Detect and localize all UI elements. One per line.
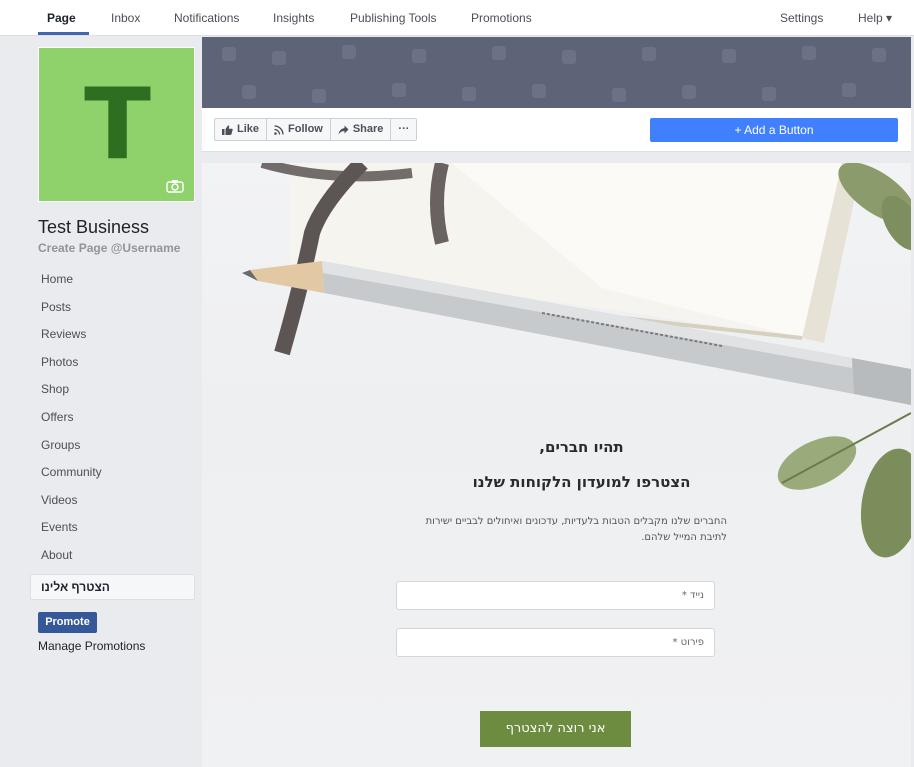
decorative-background-image	[242, 163, 911, 558]
form-heading: תהיו חברים,	[539, 438, 624, 456]
tab-publishing-tools[interactable]: Publishing Tools	[350, 11, 437, 25]
phone-input[interactable]	[397, 582, 714, 609]
left-column: T Test Business Create Page @Username Ho…	[30, 37, 202, 767]
top-navigation: Page Inbox Notifications Insights Publis…	[0, 0, 914, 36]
sidebar-item-community[interactable]: Community	[30, 462, 195, 490]
tab-page[interactable]: Page	[47, 11, 76, 25]
active-tab-indicator	[38, 32, 89, 35]
action-button-group: Like Follow Share ···	[214, 118, 418, 141]
follow-button[interactable]: Follow	[267, 119, 331, 140]
camera-icon[interactable]	[166, 179, 184, 193]
phone-field[interactable]	[396, 581, 715, 610]
share-arrow-icon	[338, 125, 349, 134]
sidebar-item-shop[interactable]: Shop	[30, 379, 195, 407]
manage-promotions-link[interactable]: Manage Promotions	[38, 639, 145, 653]
thumbs-up-icon	[222, 124, 233, 135]
profile-picture[interactable]: T	[38, 47, 195, 202]
sidebar-item-join-us[interactable]: הצטרף אלינו	[30, 573, 195, 600]
cover-photo[interactable]	[202, 37, 911, 108]
tab-promotions[interactable]: Promotions	[471, 11, 532, 25]
sidebar-item-offers[interactable]: Offers	[30, 407, 195, 435]
tab-inbox[interactable]: Inbox	[111, 11, 140, 25]
more-options-label: ···	[398, 123, 410, 135]
form-subheading: הצטרפו למועדון הלקוחות שלנו	[472, 473, 691, 491]
page-navigation: Home Posts Reviews Photos Shop Offers Gr…	[30, 269, 195, 600]
page-action-bar: Like Follow Share ··· + Add a Button	[202, 108, 911, 152]
details-input[interactable]	[397, 629, 714, 656]
like-label: Like	[237, 123, 260, 135]
share-button[interactable]: Share	[331, 119, 392, 140]
tab-insights[interactable]: Insights	[273, 11, 314, 25]
sidebar-item-about[interactable]: About	[30, 545, 195, 573]
settings-link[interactable]: Settings	[780, 11, 823, 25]
profile-letter: T	[84, 68, 151, 182]
details-field[interactable]	[396, 628, 715, 657]
sidebar-item-reviews[interactable]: Reviews	[30, 324, 195, 352]
form-description: החברים שלנו מקבלים הטבות בלעדיות, עדכוני…	[425, 516, 727, 543]
sidebar-item-events[interactable]: Events	[30, 517, 195, 545]
sidebar-item-groups[interactable]: Groups	[30, 435, 195, 463]
sidebar-item-videos[interactable]: Videos	[30, 490, 195, 518]
add-a-button[interactable]: + Add a Button	[650, 118, 898, 142]
help-menu[interactable]: Help ▾	[858, 11, 892, 25]
share-label: Share	[352, 123, 384, 135]
promote-button[interactable]: Promote	[38, 612, 97, 633]
like-button[interactable]: Like	[215, 119, 268, 140]
business-name[interactable]: Test Business	[38, 217, 149, 238]
sidebar-item-photos[interactable]: Photos	[30, 352, 195, 380]
sidebar-item-home[interactable]: Home	[30, 269, 195, 297]
join-us-tab-content: תהיו חברים, הצטרפו למועדון הלקוחות שלנו …	[202, 163, 911, 767]
more-options-button[interactable]: ···	[391, 119, 416, 140]
rss-icon	[274, 124, 284, 135]
sidebar-item-posts[interactable]: Posts	[30, 297, 195, 325]
create-username-link[interactable]: Create Page @Username	[38, 241, 180, 255]
tab-notifications[interactable]: Notifications	[174, 11, 239, 25]
join-submit-button[interactable]: אני רוצה להצטרף	[480, 711, 631, 747]
follow-label: Follow	[288, 123, 323, 135]
